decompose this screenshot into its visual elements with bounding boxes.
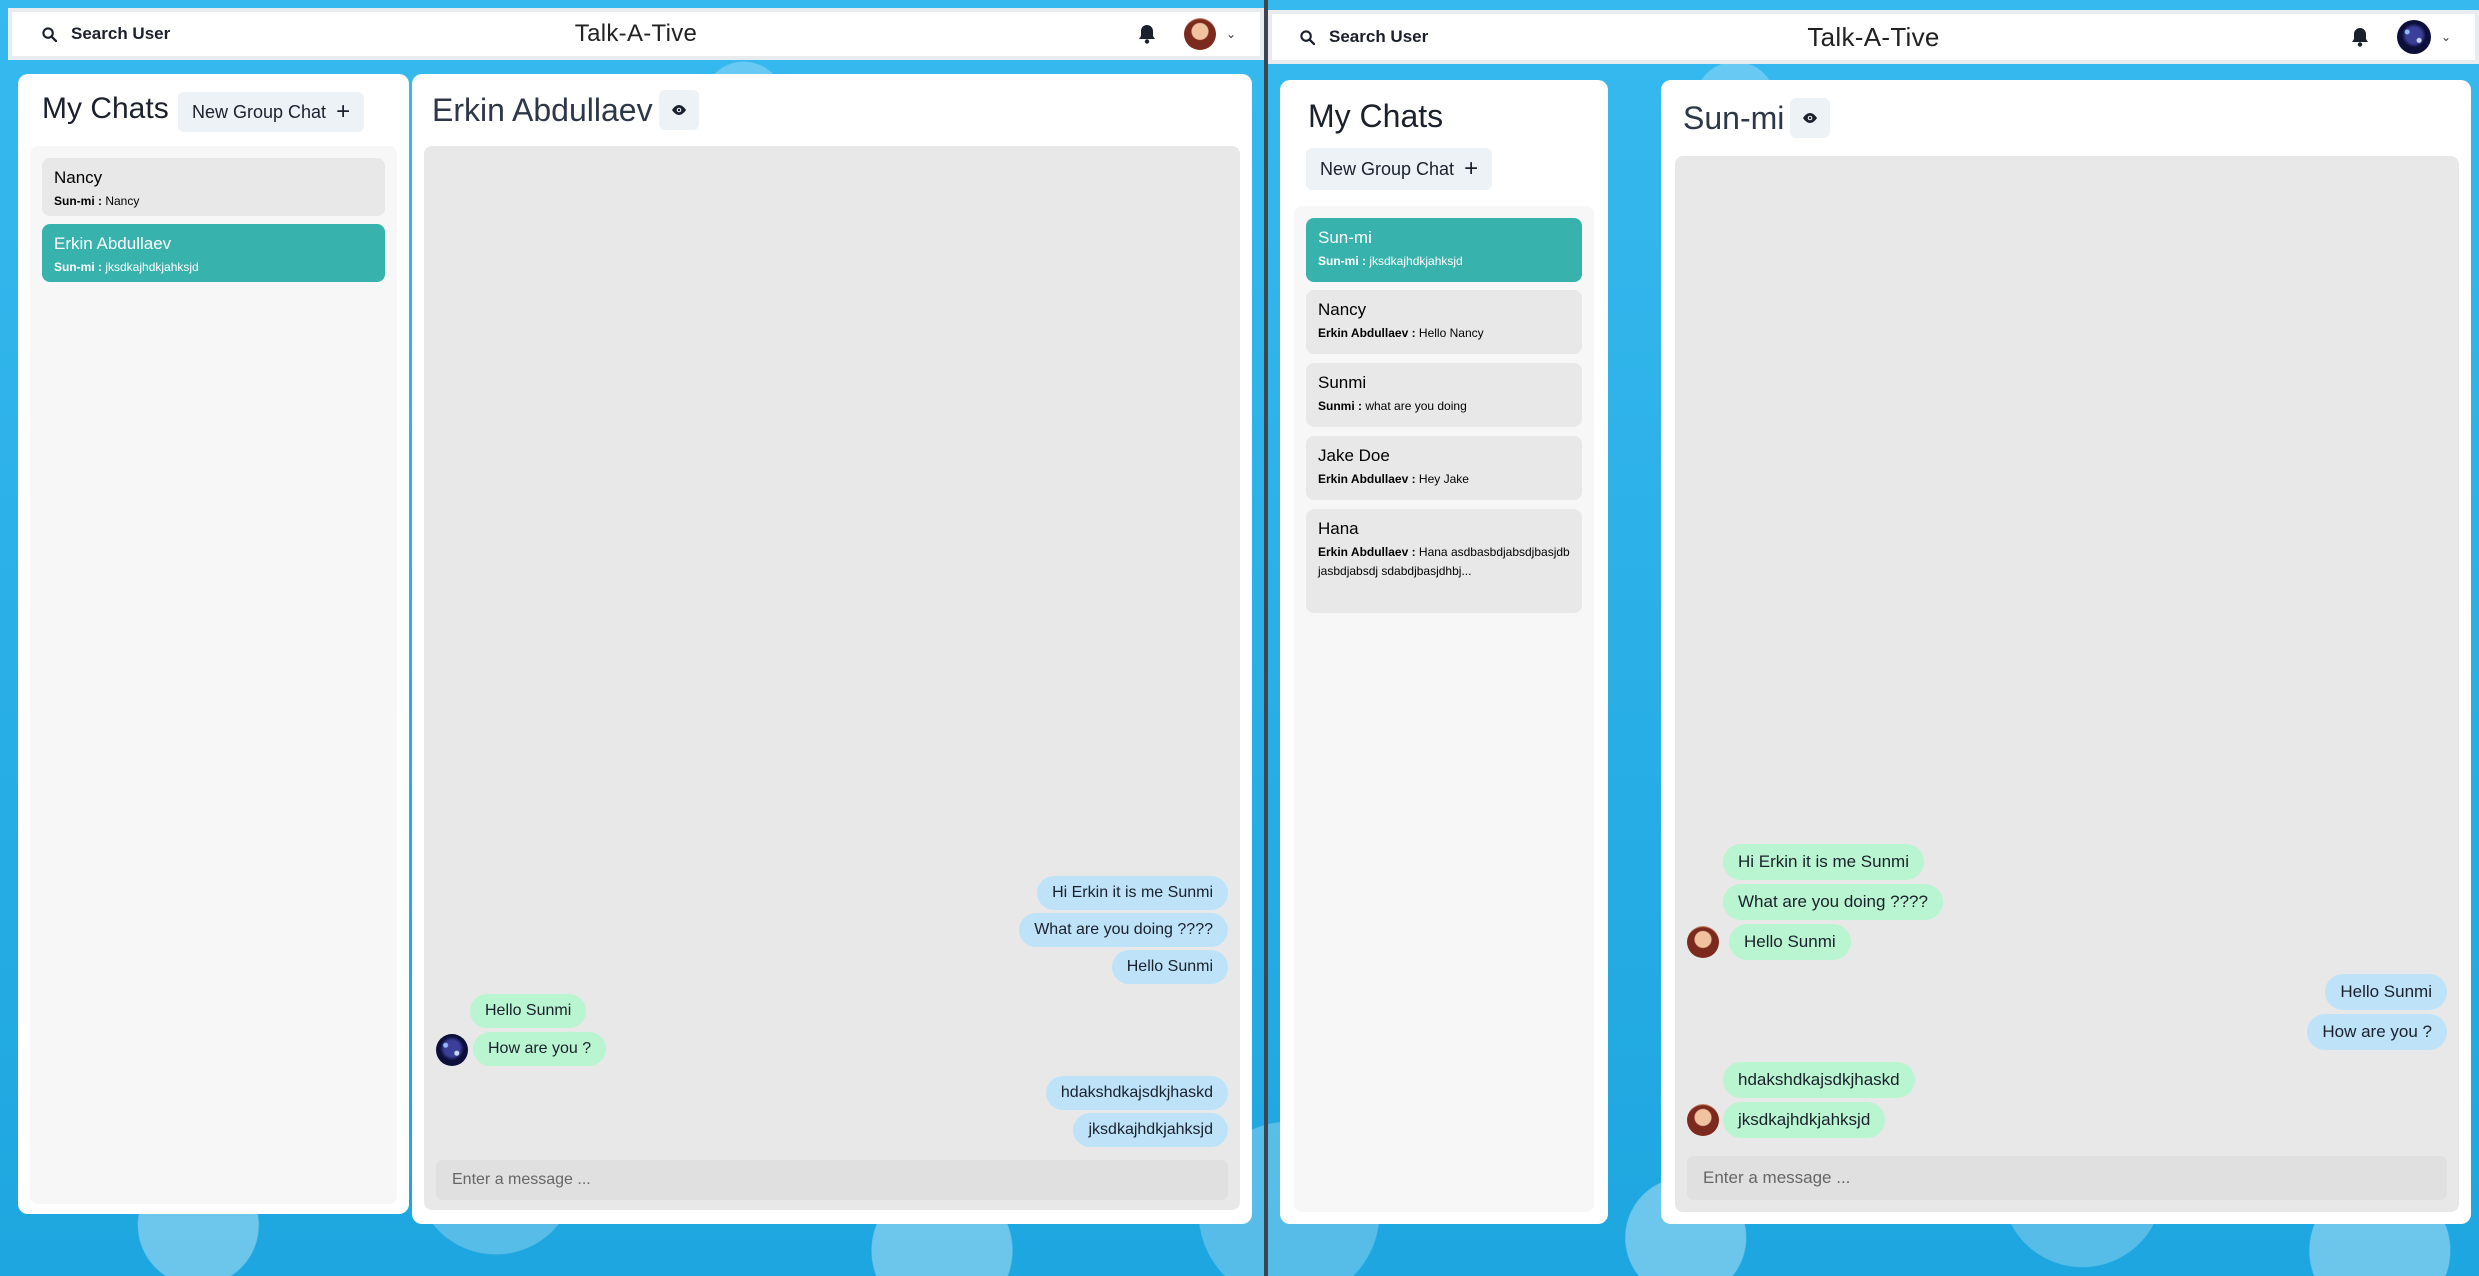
chat-list-item[interactable]: Nancy Sun-mi : Nancy <box>42 158 385 216</box>
chat-list: Nancy Sun-mi : Nancy Erkin Abdullaev Sun… <box>30 146 397 1204</box>
new-group-chat-button[interactable]: New Group Chat + <box>178 92 365 132</box>
message-bubble: Hello Sunmi <box>2325 974 2447 1010</box>
message-bubble: How are you ? <box>2307 1014 2447 1050</box>
chat-name: Sun-mi <box>1318 228 1372 247</box>
eye-icon <box>1803 113 1818 123</box>
message-bubble: Hi Erkin it is me Sunmi <box>1723 844 1924 880</box>
right-window: Search User Talk-A-Tive ⌄ My Chats New G… <box>1268 0 2479 1276</box>
avatar <box>1687 926 1719 958</box>
message-bubble: Hello Sunmi <box>1111 950 1228 984</box>
chat-list-item[interactable]: Sunmi Sunmi : what are you doing <box>1306 363 1582 427</box>
chat-title: Sun-mi <box>1683 99 1785 136</box>
message-input[interactable] <box>1687 1156 2447 1200</box>
avatar <box>1687 1104 1719 1136</box>
chat-name: Nancy <box>54 168 103 187</box>
chat-name: Erkin Abdullaev <box>54 234 172 253</box>
app-title: Talk-A-Tive <box>1807 21 1940 52</box>
chat-list: Sun-mi Sun-mi : jksdkajhdkjahksjd Nancy … <box>1294 206 1594 1212</box>
message-bubble: What are you doing ???? <box>1723 884 1943 920</box>
chat-name: Hana <box>1318 519 1359 538</box>
chat-list-item[interactable]: Hana Erkin Abdullaev : Hana asdbasbdjabs… <box>1306 509 1582 613</box>
eye-icon <box>671 105 686 115</box>
message-bubble: What are you doing ???? <box>1019 913 1228 947</box>
latest-message: Erkin Abdullaev : Hey Jake <box>1318 472 1469 486</box>
chat-header: Sun-mi <box>1683 98 1831 138</box>
chat-box: Erkin Abdullaev Hi Erkin it is me Sunmi … <box>412 74 1252 1224</box>
message-bubble: Hello Sunmi <box>470 994 587 1028</box>
top-right-controls: ⌄ <box>1138 18 1236 50</box>
message-bubble: hdakshdkajsdkjhaskd <box>1723 1062 1915 1098</box>
bell-icon[interactable] <box>1138 24 1156 44</box>
message-bubble: How are you ? <box>473 1032 607 1066</box>
avatar <box>1183 18 1216 50</box>
app-title: Talk-A-Tive <box>574 20 698 47</box>
avatar <box>436 1034 468 1066</box>
top-bar: Search User Talk-A-Tive ⌄ <box>8 8 1264 60</box>
chat-box: Sun-mi Hi Erkin it is me Sunmi What are … <box>1661 80 2471 1224</box>
plus-icon: + <box>1464 155 1479 182</box>
search-icon <box>1300 29 1315 45</box>
message-bubble: Hi Erkin it is me Sunmi <box>1037 876 1228 910</box>
my-chats-title: My Chats <box>1308 98 1444 134</box>
view-profile-button[interactable] <box>1790 98 1831 138</box>
profile-menu[interactable]: ⌄ <box>1183 18 1236 50</box>
search-user-button[interactable]: Search User <box>34 18 178 50</box>
top-right-controls: ⌄ <box>2351 20 2451 54</box>
chat-list-item[interactable]: Sun-mi Sun-mi : jksdkajhdkjahksjd <box>1306 218 1582 282</box>
avatar <box>2396 20 2431 54</box>
message-bubble: hdakshdkajsdkjhaskd <box>1045 1076 1228 1110</box>
search-user-label: Search User <box>1329 27 1429 46</box>
chat-list-item[interactable]: Nancy Erkin Abdullaev : Hello Nancy <box>1306 290 1582 354</box>
message-input[interactable] <box>436 1160 1228 1200</box>
search-user-label: Search User <box>71 24 171 43</box>
messages-area: Hi Erkin it is me Sunmi What are you doi… <box>1675 156 2459 1212</box>
new-group-chat-label: New Group Chat <box>192 101 327 122</box>
new-group-chat-label: New Group Chat <box>1320 158 1455 179</box>
latest-message: Sunmi : what are you doing <box>1318 399 1467 413</box>
message-bubble: jksdkajhdkjahksjd <box>1723 1102 1886 1138</box>
chat-title: Erkin Abdullaev <box>432 91 653 128</box>
latest-message: Sun-mi : jksdkajhdkjahksjd <box>1318 254 1463 268</box>
latest-message: Sun-mi : Nancy <box>54 194 140 208</box>
chat-list-item[interactable]: Erkin Abdullaev Sun-mi : jksdkajhdkjahks… <box>42 224 385 282</box>
plus-icon: + <box>336 98 351 125</box>
my-chats-panel: My Chats New Group Chat + Nancy Sun-mi :… <box>18 74 409 1214</box>
latest-message: Erkin Abdullaev : Hello Nancy <box>1318 326 1484 340</box>
chat-list-item[interactable]: Jake Doe Erkin Abdullaev : Hey Jake <box>1306 436 1582 500</box>
new-group-chat-button[interactable]: New Group Chat + <box>1306 148 1493 190</box>
bell-icon[interactable] <box>2351 27 2369 47</box>
my-chats-panel: My Chats New Group Chat + Sun-mi Sun-mi … <box>1280 80 1608 1224</box>
profile-menu[interactable]: ⌄ <box>2396 20 2451 54</box>
messages-area: Hi Erkin it is me Sunmi What are you doi… <box>424 146 1240 1210</box>
search-icon <box>42 26 57 42</box>
chat-name: Sunmi <box>1318 373 1367 392</box>
latest-message: Erkin Abdullaev : Hana asdbasbdjabsdjbas… <box>1318 545 1570 578</box>
left-window: Search User Talk-A-Tive ⌄ My Chats New G… <box>8 0 1264 1276</box>
chevron-down-icon: ⌄ <box>2440 30 2451 44</box>
chat-name: Nancy <box>1318 300 1367 319</box>
view-profile-button[interactable] <box>658 90 699 130</box>
message-bubble: jksdkajhdkjahksjd <box>1073 1113 1228 1147</box>
chat-header: Erkin Abdullaev <box>432 90 699 130</box>
chevron-down-icon: ⌄ <box>1225 27 1236 41</box>
my-chats-title: My Chats <box>42 92 169 125</box>
latest-message: Sun-mi : jksdkajhdkjahksjd <box>54 260 199 274</box>
chat-name: Jake Doe <box>1318 446 1390 465</box>
top-bar: Search User Talk-A-Tive ⌄ <box>1268 10 2479 64</box>
message-bubble: Hello Sunmi <box>1729 924 1851 960</box>
search-user-button[interactable]: Search User <box>1292 21 1436 53</box>
